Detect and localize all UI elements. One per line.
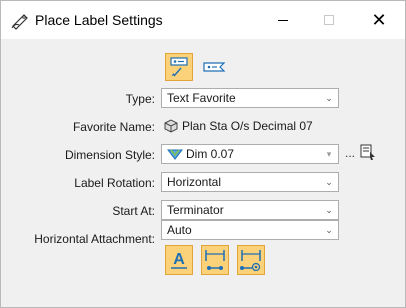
type-dropdown[interactable]: Text Favorite ⌄ xyxy=(161,88,339,108)
type-value: Text Favorite xyxy=(167,91,236,105)
dimension-leader-icon xyxy=(205,250,225,270)
favorite-name-label: Favorite Name: xyxy=(72,120,155,134)
close-icon: ✕ xyxy=(371,9,387,30)
dimension-style-more-button[interactable]: ... xyxy=(345,146,355,160)
horizontal-attachment-value: Auto xyxy=(167,223,192,237)
window-title: Place Label Settings xyxy=(35,12,163,28)
text-style-icon: A xyxy=(171,251,187,269)
start-at-value: Terminator xyxy=(167,203,224,217)
chevron-down-icon: ⌄ xyxy=(325,92,333,103)
horizontal-attachment-dropdown[interactable]: Auto ⌄ xyxy=(161,220,339,240)
label-rotation-value: Horizontal xyxy=(167,175,222,189)
place-label-button[interactable] xyxy=(201,53,229,81)
maximize-icon xyxy=(324,15,334,25)
place-label-leader-icon xyxy=(170,57,188,77)
minimize-icon xyxy=(278,19,288,21)
favorite-name-value: Plan Sta O/s Decimal 07 xyxy=(182,119,313,133)
start-at-dropdown[interactable]: Terminator ⌄ xyxy=(161,200,339,220)
chevron-down-icon: ⌄ xyxy=(325,176,333,187)
maximize-button[interactable] xyxy=(306,1,352,39)
dimension-leader-button[interactable] xyxy=(201,245,229,275)
pick-dimension-style-icon[interactable] xyxy=(359,143,377,161)
text-favorite-icon xyxy=(164,119,178,133)
svg-text:A: A xyxy=(173,251,185,268)
text-style-button[interactable]: A xyxy=(165,245,193,275)
dimension-style-dropdown[interactable]: Dim 0.07 ▾ xyxy=(161,144,339,164)
title-bar[interactable]: Place Label Settings ✕ xyxy=(1,1,405,39)
dimension-style-icon xyxy=(167,149,183,160)
label-rotation-dropdown[interactable]: Horizontal ⌄ xyxy=(161,172,339,192)
place-label-icon xyxy=(203,62,226,72)
chevron-down-icon: ▾ xyxy=(326,148,332,159)
place-label-leader-button[interactable] xyxy=(165,53,193,81)
minimize-button[interactable] xyxy=(260,1,306,39)
label-tool-icon xyxy=(11,14,28,30)
dimension-leader-at-icon xyxy=(240,250,261,272)
dimension-style-label: Dimension Style: xyxy=(64,148,155,162)
place-label-settings-dialog: Place Label Settings ✕ Type: Text Favori… xyxy=(0,0,406,308)
dimension-style-value: Dim 0.07 xyxy=(186,147,235,161)
horizontal-attachment-label: Horizontal Attachment: xyxy=(34,232,155,246)
chevron-down-icon: ⌄ xyxy=(325,204,333,215)
close-button[interactable]: ✕ xyxy=(356,1,402,39)
label-rotation-label: Label Rotation: xyxy=(74,176,155,190)
chevron-down-icon: ⌄ xyxy=(325,224,333,235)
favorite-name-value-field: Plan Sta O/s Decimal 07 xyxy=(161,116,339,136)
dimension-leader-at-button[interactable] xyxy=(237,245,265,275)
start-at-label: Start At: xyxy=(112,204,155,218)
type-label: Type: xyxy=(125,92,155,106)
